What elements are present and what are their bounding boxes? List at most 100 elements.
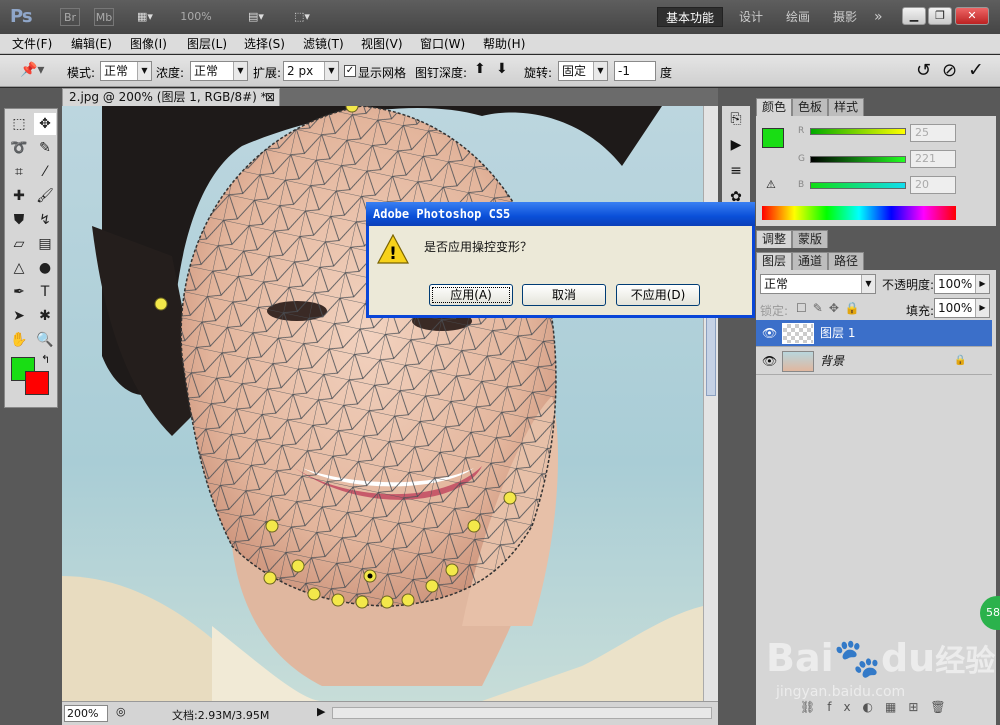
pin-forward-icon[interactable]: ⬆: [474, 61, 486, 77]
tab-masks[interactable]: 蒙版: [792, 230, 829, 248]
red-slider[interactable]: [810, 128, 906, 135]
tab-swatches[interactable]: 色板: [792, 98, 829, 116]
lasso-tool-icon[interactable]: ➰: [8, 137, 30, 159]
status-menu-icon[interactable]: ◎: [116, 705, 126, 718]
mini-bridge-button[interactable]: Mb: [94, 8, 114, 26]
actions-panel-icon[interactable]: ▶: [722, 132, 750, 158]
show-mesh-checkbox[interactable]: ✓: [344, 65, 356, 77]
scrollbar-thumb[interactable]: [706, 306, 716, 396]
visibility-eye-icon[interactable]: 👁: [762, 348, 777, 374]
blue-slider[interactable]: [810, 182, 906, 189]
swap-colors-icon[interactable]: ↰: [41, 353, 50, 366]
horizontal-scrollbar[interactable]: [332, 707, 712, 719]
tab-paths[interactable]: 路径: [828, 252, 865, 270]
menu-help[interactable]: 帮助(H): [483, 35, 525, 53]
layers-panel-footer-icons[interactable]: ⛓fx◐▦⊞🗑: [800, 700, 958, 714]
workspace-essentials[interactable]: 基本功能: [657, 7, 724, 27]
workspace-photography[interactable]: 摄影: [825, 7, 865, 27]
brush-presets-icon[interactable]: ≡: [722, 158, 750, 184]
close-window-button[interactable]: ✕: [955, 7, 989, 25]
shape-tool-icon[interactable]: ✱: [34, 305, 56, 327]
green-slider[interactable]: [810, 156, 906, 163]
type-tool-icon[interactable]: T: [34, 281, 56, 303]
expand-label: 扩展:: [253, 66, 282, 80]
more-workspaces-icon[interactable]: »: [866, 7, 891, 27]
marquee-tool-icon[interactable]: ⬚: [8, 113, 30, 135]
tab-styles[interactable]: 样式: [828, 98, 865, 116]
blend-mode-select[interactable]: 正常 ▼: [760, 274, 876, 294]
rotate-select[interactable]: 固定 ▼: [558, 61, 608, 81]
brush-tool-icon[interactable]: 🖌: [34, 185, 56, 207]
document-tab[interactable]: 2.jpg @ 200% (图层 1, RGB/8#) * ⊠: [62, 88, 280, 106]
gradient-tool-icon[interactable]: ▤: [34, 233, 56, 255]
color-panel-foreground[interactable]: [762, 128, 784, 148]
puppet-warp-tool-icon[interactable]: 📌▾: [20, 62, 44, 78]
apply-button[interactable]: 应用(A): [429, 284, 513, 306]
lock-options-icons[interactable]: ☐✎✥🔒: [796, 301, 866, 315]
visibility-eye-icon[interactable]: 👁: [762, 320, 777, 346]
eyedropper-tool-icon[interactable]: ⁄: [34, 161, 56, 183]
cancel-transform-icon[interactable]: ⊘: [942, 60, 957, 81]
blue-value-input[interactable]: 20: [910, 176, 956, 194]
background-color-swatch[interactable]: [25, 371, 49, 395]
zoom-percentage-field[interactable]: 200%: [64, 705, 108, 722]
mode-select[interactable]: 正常 ▼: [100, 61, 152, 81]
eraser-tool-icon[interactable]: ▱: [8, 233, 30, 255]
gamut-warning-icon[interactable]: ⚠: [766, 178, 776, 191]
status-arrow-icon[interactable]: ▶: [317, 705, 325, 718]
zoom-tool-icon[interactable]: 🔍: [34, 329, 56, 351]
menu-layer[interactable]: 图层(L): [187, 35, 227, 53]
menu-edit[interactable]: 编辑(E): [71, 35, 112, 53]
pen-tool-icon[interactable]: ✒: [8, 281, 30, 303]
tab-channels[interactable]: 通道: [792, 252, 829, 270]
close-tab-icon[interactable]: ⊠: [265, 89, 275, 106]
opacity-input[interactable]: 100% ▶: [934, 274, 990, 294]
history-brush-tool-icon[interactable]: ↯: [34, 209, 56, 231]
menu-image[interactable]: 图像(I): [130, 35, 167, 53]
arrange-documents-icon[interactable]: ▤▾: [238, 8, 274, 26]
healing-brush-tool-icon[interactable]: ✚: [8, 185, 30, 207]
path-selection-tool-icon[interactable]: ➤: [8, 305, 30, 327]
color-spectrum-bar[interactable]: [762, 206, 956, 220]
restore-button[interactable]: ❐: [928, 7, 952, 25]
quick-selection-tool-icon[interactable]: ✎: [34, 137, 56, 159]
bridge-button[interactable]: Br: [60, 8, 80, 26]
commit-transform-icon[interactable]: ✓: [968, 59, 984, 81]
menu-view[interactable]: 视图(V): [361, 35, 403, 53]
zoom-level-dropdown[interactable]: 100%: [176, 8, 216, 26]
hand-tool-icon[interactable]: ✋: [8, 329, 30, 351]
minimize-button[interactable]: ▁: [902, 7, 926, 25]
dont-apply-button[interactable]: 不应用(D): [616, 284, 700, 306]
remove-all-pins-icon[interactable]: ↺: [916, 60, 931, 81]
expand-input[interactable]: 2 px ▼: [283, 61, 339, 81]
fill-input[interactable]: 100% ▶: [934, 298, 990, 318]
vertical-scrollbar[interactable]: [703, 106, 718, 701]
screen-mode-icon[interactable]: ⬚▾: [284, 8, 320, 26]
cancel-button[interactable]: 取消: [522, 284, 606, 306]
layer-row-layer1[interactable]: 👁 图层 1: [756, 320, 992, 347]
menu-filter[interactable]: 滤镜(T): [303, 35, 344, 53]
image-canvas[interactable]: [62, 106, 703, 701]
menu-window[interactable]: 窗口(W): [420, 35, 465, 53]
angle-input[interactable]: -1: [614, 61, 656, 81]
dodge-tool-icon[interactable]: ●: [34, 257, 56, 279]
layer-row-background[interactable]: 👁 背景 🔒: [756, 348, 992, 375]
clone-stamp-tool-icon[interactable]: ⛊: [8, 209, 30, 231]
density-select[interactable]: 正常 ▼: [190, 61, 248, 81]
blur-tool-icon[interactable]: △: [8, 257, 30, 279]
green-value-input[interactable]: 221: [910, 150, 956, 168]
red-value-input[interactable]: 25: [910, 124, 956, 142]
tab-adjustments[interactable]: 调整: [756, 230, 793, 248]
menu-select[interactable]: 选择(S): [244, 35, 285, 53]
menu-file[interactable]: 文件(F): [12, 35, 52, 53]
view-extras-icon[interactable]: ▦▾: [130, 8, 160, 26]
workspace-design[interactable]: 设计: [731, 7, 771, 27]
history-panel-icon[interactable]: ⎘: [722, 106, 750, 132]
pin-depth-label: 图钉深度:: [415, 66, 468, 80]
crop-tool-icon[interactable]: ⌗: [8, 161, 30, 183]
tab-layers[interactable]: 图层: [756, 252, 793, 270]
pin-backward-icon[interactable]: ⬇: [496, 61, 508, 77]
move-tool-icon[interactable]: ✥: [34, 113, 56, 135]
tab-color[interactable]: 颜色: [756, 98, 793, 116]
workspace-painting[interactable]: 绘画: [778, 7, 818, 27]
